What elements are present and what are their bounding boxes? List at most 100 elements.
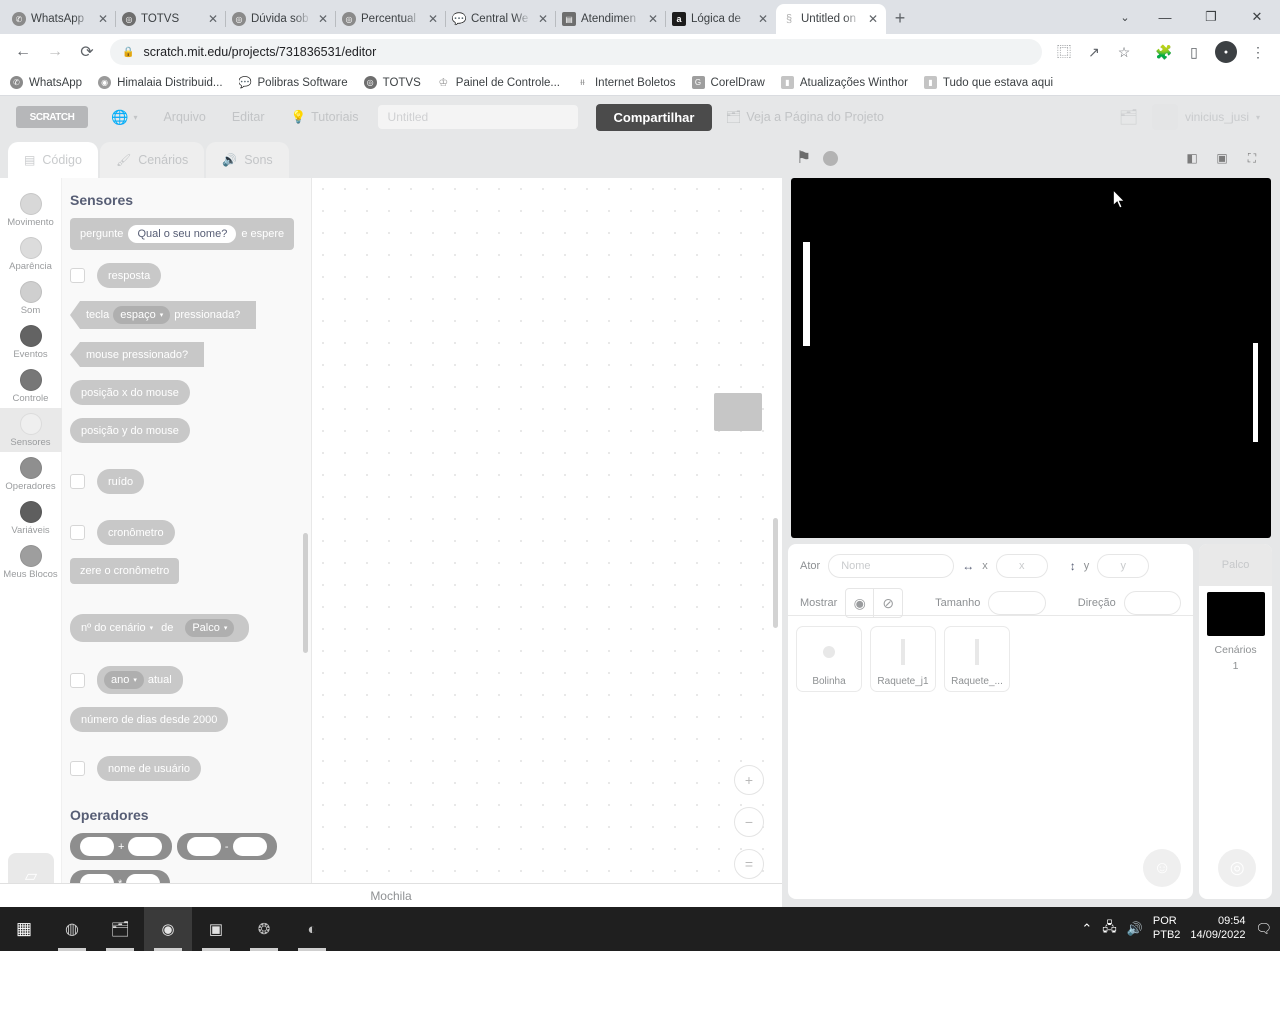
- browser-tab[interactable]: ◎ Dúvida sob ✕: [225, 4, 336, 34]
- category-eventos[interactable]: Eventos: [0, 320, 62, 364]
- stop-icon[interactable]: [823, 150, 839, 166]
- workspace-placeholder-block[interactable]: [714, 393, 762, 431]
- green-flag-icon[interactable]: ⚑: [796, 148, 811, 168]
- add-sprite-icon[interactable]: ☺: [1143, 849, 1182, 887]
- fullscreen-icon[interactable]: ⛶: [1238, 145, 1266, 171]
- scratch-logo[interactable]: SCRATCH: [16, 106, 88, 128]
- taskbar-item-cortana[interactable]: ◍: [48, 907, 96, 951]
- language-menu[interactable]: 🌐 ▾: [98, 96, 150, 138]
- start-button[interactable]: ▦: [0, 907, 48, 951]
- direcao-input[interactable]: [1123, 591, 1182, 615]
- bookmark-item[interactable]: 💬 Polibras Software: [239, 76, 348, 90]
- close-icon[interactable]: ✕: [646, 12, 660, 26]
- sidepanel-icon[interactable]: ▯: [1180, 38, 1208, 66]
- x-input[interactable]: x: [995, 554, 1048, 578]
- my-stuff-icon[interactable]: 🗂: [1119, 108, 1138, 126]
- block-mouse-pressionado[interactable]: mouse pressionado?: [70, 342, 205, 367]
- monitor-checkbox[interactable]: [70, 474, 85, 489]
- bookmark-item[interactable]: ▮ Atualizações Winthor: [780, 76, 908, 89]
- block-cronometro[interactable]: cronômetro: [97, 520, 175, 545]
- extensions-icon[interactable]: 🧩: [1150, 38, 1178, 66]
- block-posicao-x-mouse[interactable]: posição x do mouse: [70, 380, 190, 405]
- tamanho-input[interactable]: [988, 591, 1046, 615]
- taskbar-item-app[interactable]: ❂: [240, 907, 288, 951]
- bookmark-item[interactable]: ◉ Himalaia Distribuid...: [98, 76, 223, 89]
- block-dropdown-cenario[interactable]: nº do cenário ▾: [81, 622, 153, 634]
- bookmark-star-icon[interactable]: ☆: [1110, 38, 1138, 66]
- category-variaveis[interactable]: Variáveis: [0, 496, 62, 540]
- category-controle[interactable]: Controle: [0, 364, 62, 408]
- y-input[interactable]: y: [1097, 554, 1150, 578]
- browser-tab[interactable]: ◎ TOTVS ✕: [115, 4, 226, 34]
- tab-cenarios[interactable]: 🖌 Cenários: [99, 142, 205, 178]
- backdrop-thumbnail[interactable]: [1206, 592, 1265, 636]
- address-bar[interactable]: 🔒 scratch.mit.edu/projects/731836531/edi…: [110, 39, 1042, 65]
- close-icon[interactable]: ✕: [536, 12, 550, 26]
- sprite-raquete-j2[interactable]: [1253, 343, 1258, 442]
- block-zere-cronometro[interactable]: zere o cronômetro: [70, 558, 180, 584]
- language-indicator[interactable]: POR PTB2: [1153, 915, 1181, 943]
- menu-arquivo[interactable]: Arquivo: [150, 96, 218, 138]
- browser-tab-active[interactable]: § Untitled on ✕: [776, 4, 886, 34]
- taskbar-item-office[interactable]: ▣: [192, 907, 240, 951]
- add-backdrop-icon[interactable]: ◎: [1218, 849, 1257, 887]
- chevron-down-icon[interactable]: ⌄: [1108, 0, 1142, 34]
- eye-slash-icon[interactable]: ⊘: [874, 589, 902, 617]
- block-nome-usuario[interactable]: nome de usuário: [97, 756, 201, 781]
- close-icon[interactable]: ✕: [206, 12, 220, 26]
- clock[interactable]: 09:54 14/09/2022: [1190, 915, 1245, 943]
- category-aparencia[interactable]: Aparência: [0, 232, 62, 276]
- taskbar-item-file-explorer[interactable]: 🗂: [96, 907, 144, 951]
- browser-tab[interactable]: a Lógica de ✕: [665, 4, 776, 34]
- zoom-reset-icon[interactable]: =: [734, 849, 764, 879]
- operand-right[interactable]: [128, 837, 163, 856]
- menu-editar[interactable]: Editar: [219, 96, 278, 138]
- sprite-card-raquete-j2[interactable]: Raquete_...: [944, 626, 1010, 692]
- block-ruido[interactable]: ruído: [97, 469, 145, 494]
- reload-icon[interactable]: ⟳: [72, 37, 102, 67]
- close-window-button[interactable]: ✕: [1234, 0, 1280, 34]
- eye-icon[interactable]: ◉: [846, 589, 875, 617]
- close-icon[interactable]: ✕: [866, 12, 880, 26]
- project-page-link[interactable]: 🗂 Veja a Página do Projeto: [712, 96, 896, 138]
- share-icon[interactable]: ↗: [1080, 38, 1108, 66]
- block-operador-subtracao[interactable]: -: [176, 833, 277, 860]
- backpack-bar[interactable]: Mochila: [0, 883, 782, 907]
- browser-tab[interactable]: 💬 Central We ✕: [445, 4, 556, 34]
- monitor-checkbox[interactable]: [70, 525, 85, 540]
- forward-icon[interactable]: →: [40, 37, 70, 67]
- block-resposta[interactable]: resposta: [97, 263, 162, 288]
- sprite-card-bolinha[interactable]: Bolinha: [796, 626, 862, 692]
- close-icon[interactable]: ✕: [316, 12, 330, 26]
- close-icon[interactable]: ✕: [756, 12, 770, 26]
- sprite-name-input[interactable]: Nome: [828, 554, 955, 578]
- close-icon[interactable]: ✕: [426, 12, 440, 26]
- category-sensores[interactable]: Sensores: [0, 408, 62, 452]
- volume-icon[interactable]: 🔊: [1127, 921, 1143, 937]
- browser-tab[interactable]: ▤ Atendimen ✕: [555, 4, 666, 34]
- operand-left[interactable]: [80, 837, 114, 856]
- bookmark-item[interactable]: ✆ WhatsApp: [10, 76, 82, 89]
- sprite-card-raquete-j1[interactable]: Raquete_j1: [870, 626, 936, 692]
- zoom-in-icon[interactable]: +: [734, 765, 764, 795]
- palette-scrollbar[interactable]: [303, 533, 308, 653]
- operand-left[interactable]: [186, 837, 221, 856]
- block-dropdown-tecla[interactable]: espaço ▾: [113, 306, 171, 324]
- taskbar-item-chrome[interactable]: ◉: [144, 907, 192, 951]
- sprite-raquete-j1[interactable]: [803, 242, 810, 346]
- tab-codigo[interactable]: ▤ Código: [8, 142, 98, 178]
- block-numero-cenario-de[interactable]: nº do cenário ▾ de Palco ▾: [70, 614, 250, 642]
- project-title-input[interactable]: Untitled: [377, 105, 578, 129]
- monitor-checkbox[interactable]: [70, 672, 85, 688]
- bookmark-item[interactable]: ▮ Tudo que estava aqui: [923, 76, 1053, 89]
- tray-chevron-icon[interactable]: ⌃: [1081, 921, 1092, 937]
- stage[interactable]: [791, 178, 1271, 538]
- block-palette[interactable]: Sensores pergunte Qual o seu nome? e esp…: [62, 178, 312, 907]
- monitor-checkbox[interactable]: [70, 761, 85, 776]
- operand-right[interactable]: [232, 837, 267, 856]
- block-ano-atual[interactable]: ano ▾ atual: [97, 666, 183, 694]
- taskbar-item-media[interactable]: ◐: [288, 907, 336, 951]
- zoom-out-icon[interactable]: −: [734, 807, 764, 837]
- bookmark-item[interactable]: ᵻᵼ Internet Boletos: [576, 76, 675, 89]
- bookmark-item[interactable]: ♔ Painel de Controle...: [437, 76, 560, 90]
